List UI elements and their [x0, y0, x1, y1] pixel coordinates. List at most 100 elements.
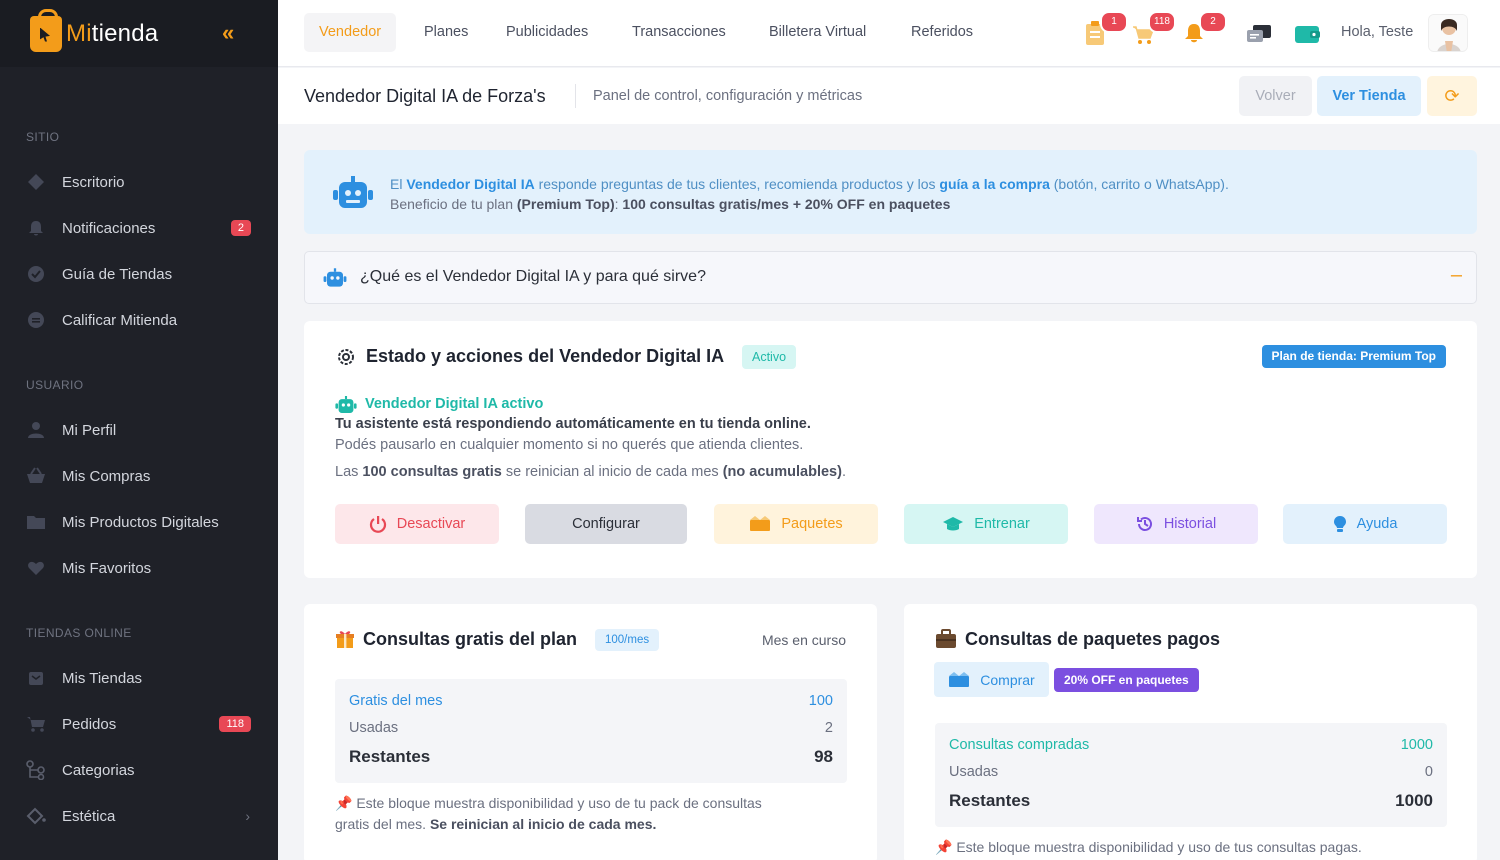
status-line-3: Las 100 consultas gratis se reinician al…	[335, 464, 846, 480]
user-icon	[26, 421, 46, 439]
sidebar-item-escritorio[interactable]: Escritorio	[0, 159, 278, 205]
faq-accordion[interactable]: ¿Qué es el Vendedor Digital IA y para qu…	[304, 251, 1477, 304]
sidebar-item-calificar-mitienda[interactable]: Calificar Mitienda	[0, 297, 278, 343]
orders-badge: 118	[219, 716, 251, 732]
status-badge: Activo	[742, 345, 797, 369]
train-button[interactable]: Entrenar	[904, 504, 1068, 544]
status-card-title: Estado y acciones del Vendedor Digital I…	[366, 346, 725, 366]
stat-row-free: Gratis del mes 100	[349, 693, 833, 709]
stat-row-used: Usadas 0	[949, 764, 1433, 780]
collapse-sidebar-icon[interactable]: «	[222, 20, 234, 46]
notifications-badge: 2	[230, 220, 251, 236]
boxes-icon	[949, 671, 970, 687]
help-button[interactable]: Ayuda	[1283, 504, 1447, 544]
brand[interactable]: Mitienda «	[0, 0, 278, 67]
badge-icon	[26, 265, 46, 283]
top-navigation: Vendedor Planes Publicidades Transaccion…	[278, 0, 1500, 67]
section-tiendas-online: TIENDAS ONLINE	[26, 626, 132, 640]
paid-packages-card: Consultas de paquetes pagos Comprar 20% …	[904, 604, 1477, 860]
briefcase-icon	[935, 629, 957, 654]
sidebar-item-mis-productos-digitales[interactable]: Mis Productos Digitales	[0, 499, 278, 545]
header-divider	[575, 84, 576, 108]
wallet-icon[interactable]	[1294, 24, 1320, 46]
graduation-cap-icon	[943, 517, 964, 531]
paint-icon	[26, 807, 46, 825]
basket-icon	[26, 467, 46, 485]
orders-count-badge: 1	[1100, 11, 1128, 33]
deactivate-button[interactable]: Desactivar	[335, 504, 499, 544]
stat-row-remaining: Restantes 98	[349, 747, 833, 766]
chevron-right-icon: ›	[245, 808, 250, 824]
gear-icon	[336, 347, 356, 372]
section-sitio: SITIO	[26, 130, 60, 144]
tab-billetera-virtual[interactable]: Billetera Virtual	[754, 13, 881, 52]
paid-stats-box: Consultas compradas 1000 Usadas 0 Restante…	[935, 723, 1447, 827]
sidebar-item-notificaciones[interactable]: Notificaciones 2	[0, 205, 278, 251]
paid-card-note: 📌 Este bloque muestra disponibilidad y u…	[935, 839, 1362, 855]
buy-packages-button[interactable]: Comprar	[934, 662, 1049, 697]
monthly-quota-badge: 100/mes	[595, 629, 660, 651]
sidebar-item-mis-tiendas[interactable]: Mis Tiendas	[0, 655, 278, 701]
tree-icon	[26, 760, 46, 780]
power-icon	[369, 516, 386, 533]
pushpin-icon: 📌	[935, 839, 953, 855]
sidebar-item-guia-de-tiendas[interactable]: Guía de Tiendas	[0, 251, 278, 297]
cart-count-badge: 118	[1148, 11, 1176, 33]
stat-row-used: Usadas 2	[349, 720, 833, 736]
cart-icon	[26, 715, 46, 733]
free-card-note: 📌 Este bloque muestra disponibilidad y u…	[335, 795, 762, 832]
tab-referidos[interactable]: Referidos	[896, 13, 988, 52]
section-usuario: USUARIO	[26, 378, 84, 392]
free-stats-box: Gratis del mes 100 Usadas 2 Restantes 98	[335, 679, 847, 783]
shopping-bag-logo-icon	[30, 8, 62, 52]
page-subtitle: Panel de control, configuración y métric…	[593, 88, 863, 104]
sidebar-item-categorias[interactable]: Categorias	[0, 747, 278, 793]
current-month-label: Mes en curso	[761, 632, 846, 648]
boxes-icon	[750, 516, 771, 531]
back-button[interactable]: Volver	[1239, 76, 1312, 116]
gift-icon	[335, 629, 355, 654]
sidebar-item-estetica[interactable]: Estética ›	[0, 793, 278, 839]
configure-button[interactable]: Configurar	[525, 504, 687, 544]
plan-badge: Plan de tienda: Premium Top	[1261, 345, 1446, 368]
sidebar-item-mis-favoritos[interactable]: Mis Favoritos	[0, 545, 278, 591]
stat-row-remaining: Restantes 1000	[949, 791, 1433, 810]
avatar[interactable]	[1428, 14, 1468, 52]
packages-button[interactable]: Paquetes	[714, 504, 878, 544]
stat-row-purchased: Consultas compradas 1000	[949, 737, 1433, 753]
tab-publicidades[interactable]: Publicidades	[491, 13, 603, 52]
collapse-icon[interactable]: –	[1451, 264, 1462, 287]
free-card-title: Consultas gratis del plan	[363, 629, 578, 649]
tab-vendedor[interactable]: Vendedor	[304, 13, 397, 52]
store-icon	[26, 669, 46, 687]
tab-transacciones[interactable]: Transacciones	[617, 13, 741, 52]
notifications-count-badge: 2	[1199, 11, 1227, 33]
refresh-button[interactable]: ⟳	[1427, 76, 1477, 116]
messages-icon[interactable]	[1246, 24, 1271, 46]
paid-card-title: Consultas de paquetes pagos	[965, 629, 1221, 649]
sidebar-item-mis-compras[interactable]: Mis Compras	[0, 453, 278, 499]
sidebar-item-pedidos[interactable]: Pedidos 118	[0, 701, 278, 747]
sidebar-item-mi-perfil[interactable]: Mi Perfil	[0, 407, 278, 453]
free-consultations-card: Consultas gratis del plan 100/mes Mes en…	[304, 604, 877, 860]
refresh-icon: ⟳	[1444, 86, 1460, 106]
history-button[interactable]: Historial	[1094, 504, 1258, 544]
diamond-icon	[26, 173, 46, 191]
chat-icon	[26, 311, 46, 329]
page-title: Vendedor Digital IA de Forza's	[304, 86, 546, 106]
active-label: Vendedor Digital IA activo	[365, 396, 544, 412]
brand-name: Mitienda	[66, 19, 159, 47]
status-line-2: Podés pausarlo en cualquier momento si n…	[335, 437, 804, 453]
tab-planes[interactable]: Planes	[409, 13, 483, 52]
status-line-1: Tu asistente está respondiendo automátic…	[335, 416, 811, 432]
robot-icon	[332, 176, 374, 215]
view-store-button[interactable]: Ver Tienda	[1317, 76, 1421, 116]
lightbulb-icon	[1333, 516, 1346, 532]
sidebar: Mitienda « SITIO Escritorio Notificacion…	[0, 0, 278, 860]
user-greeting[interactable]: Hola, Teste	[1341, 24, 1413, 40]
history-icon	[1136, 516, 1152, 531]
discount-badge: 20% OFF en paquetes	[1054, 668, 1199, 692]
robot-icon	[323, 268, 347, 293]
accordion-title: ¿Qué es el Vendedor Digital IA y para qu…	[360, 268, 706, 285]
banner-text: El Vendedor Digital IA responde pregunta…	[390, 176, 1229, 212]
